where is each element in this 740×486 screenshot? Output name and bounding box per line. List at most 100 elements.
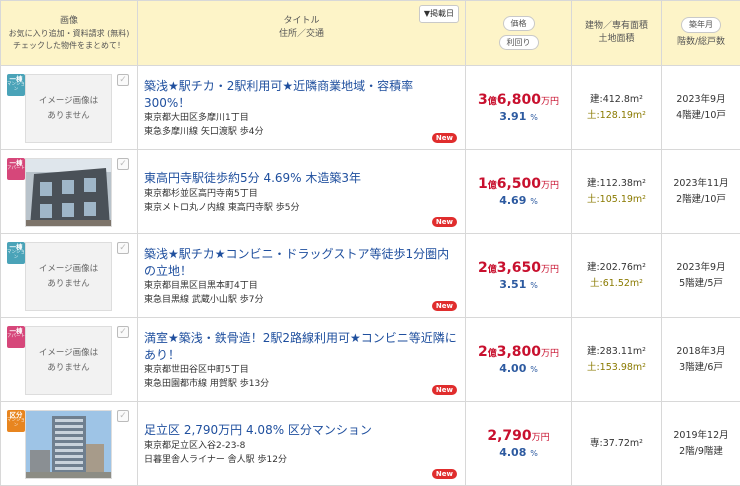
land-area: 土:61.52m² (590, 277, 643, 289)
price-oku: 3 (477, 91, 488, 108)
yield-value: 4.69 (499, 193, 527, 207)
favorite-checkbox[interactable]: ✓ (117, 242, 129, 254)
listing-yield: 3.91 % (466, 110, 571, 125)
land-area: 土:105.19m² (586, 193, 646, 205)
favorite-checkbox[interactable]: ✓ (117, 410, 129, 422)
listing-yield: 4.00 % (466, 362, 571, 377)
building-area: 建:202.76m² (586, 262, 646, 274)
listing-area-cell: 専:37.72m² (571, 401, 662, 486)
listing-access: 東急目黒線 武蔵小山駅 歩7分 (144, 295, 264, 306)
listing-address: 東京都世田谷区中町5丁目 (144, 365, 249, 376)
listing-title-link[interactable]: 築浅★駅チカ★コンビニ・ドラッグストア等徒歩1分圏内の立地！ (144, 246, 459, 281)
yield-value: 4.08 (499, 445, 527, 459)
listing-row: 一棟 マンション イメージ画像は ありません ✓ 築浅★駅チカ・2駅利用可★近隣商… (0, 65, 740, 150)
price-man: 3,800 (496, 343, 542, 360)
listing-title-link[interactable]: 東高円寺駅徒歩約5分 4.69% 木造築3年 (144, 170, 459, 187)
title-column-header: タイトル 住所／交通 ▼掲載日 (137, 0, 466, 66)
listing-access: 東京メトロ丸ノ内線 東高円寺駅 歩5分 (144, 202, 300, 213)
yield-unit: % (530, 112, 538, 122)
listing-title-link[interactable]: 築浅★駅チカ・2駅利用可★近隣商業地域・容積率300%！ (144, 78, 459, 113)
yield-value: 3.91 (499, 109, 527, 123)
price-unit: 万円 (541, 96, 560, 107)
listing-price: 3億6,800万円 (466, 91, 571, 110)
listing-thumbnail[interactable] (25, 158, 112, 227)
yield-unit: % (530, 448, 538, 458)
listing-area-cell: 建:412.8m² 土:128.19m² (571, 65, 662, 150)
no-image-text: イメージ画像は ありません (38, 264, 99, 289)
listing-row: 一棟 アパート ✓ 東高円寺駅徒歩約5分 4.69% 木造築3年 東京都杉並区高円… (0, 149, 740, 234)
listing-price: 1億6,500万円 (466, 175, 571, 194)
table-header: 画像 お気に入り追加・資料請求 (無料) チェックした物件をまとめて！ タイトル… (0, 0, 740, 66)
favorite-checkbox[interactable]: ✓ (117, 326, 129, 338)
listing-title-cell: 築浅★駅チカ★コンビニ・ドラッグストア等徒歩1分圏内の立地！ 東京都目黒区目黒本… (137, 233, 466, 318)
listing-age-cell: 2023年11月 2階建/10戸 (661, 149, 740, 234)
listing-price: 2,790万円 (466, 427, 571, 446)
listing-address: 東京都杉並区高円寺南5丁目 (144, 188, 258, 199)
listing-price: 2億3,650万円 (466, 259, 571, 278)
no-image-text: イメージ画像は ありません (38, 348, 99, 373)
new-badge: New (431, 301, 457, 311)
built-date: 2018年3月 (676, 346, 726, 358)
floor-count: 5階建/5戸 (679, 277, 723, 289)
building-photo-icon (26, 411, 111, 478)
price-column-header: 価格 利回り (465, 0, 572, 66)
price-unit: 万円 (541, 264, 560, 275)
new-badge: New (431, 133, 457, 143)
built-date: 2023年9月 (676, 262, 726, 274)
listing-image-cell: 一棟 アパート ✓ (0, 149, 138, 234)
sort-age-button[interactable]: 築年月 (681, 17, 721, 33)
listing-row: 一棟 アパート イメージ画像は ありません ✓ 満室★築浅・鉄骨造！2駅2路線利用… (0, 317, 740, 402)
new-badge: New (431, 385, 457, 395)
listing-title-link[interactable]: 満室★築浅・鉄骨造！2駅2路線利用可★コンビニ等近隣にあり！ (144, 330, 459, 365)
price-oku-unit: 億 (487, 96, 497, 107)
floor-count: 4階建/10戸 (676, 109, 726, 121)
badge-sublabel: マンション (7, 418, 25, 429)
listing-thumbnail[interactable]: イメージ画像は ありません (25, 326, 112, 395)
sort-by-date-button[interactable]: ▼掲載日 (418, 5, 459, 23)
sort-price-button[interactable]: 価格 (502, 15, 535, 31)
listing-row: 区分 マンション ✓ 足立区 2,790万円 4.08% 区分マンション 東京都足… (0, 401, 740, 486)
property-type-badge: 区分 マンション (7, 410, 25, 432)
listing-title-cell: 東高円寺駅徒歩約5分 4.69% 木造築3年 東京都杉並区高円寺南5丁目 東京メ… (137, 149, 466, 234)
listing-area-cell: 建:112.38m² 土:105.19m² (571, 149, 662, 234)
price-oku: 2 (477, 343, 488, 360)
badge-sublabel: アパート (7, 166, 25, 172)
price-man: 6,800 (496, 91, 542, 108)
listing-area-cell: 建:202.76m² 土:61.52m² (571, 233, 662, 318)
listing-row: 一棟 マンション イメージ画像は ありません ✓ 築浅★駅チカ★コンビニ・ドラッグ… (0, 233, 740, 318)
listing-thumbnail[interactable]: イメージ画像は ありません (25, 242, 112, 311)
building-area: 建:112.38m² (586, 178, 646, 190)
listing-image-cell: 一棟 マンション イメージ画像は ありません ✓ (0, 233, 138, 318)
price-unit: 万円 (531, 432, 550, 443)
new-badge: New (431, 469, 457, 479)
building-area: 専:37.72m² (590, 437, 643, 449)
favorite-checkbox[interactable]: ✓ (117, 158, 129, 170)
sort-yield-button[interactable]: 利回り (498, 35, 539, 51)
listing-thumbnail[interactable] (25, 410, 112, 479)
listing-price: 2億3,800万円 (466, 343, 571, 362)
listing-price-cell: 2億3,800万円 4.00 % (465, 317, 572, 402)
age-column-header: 築年月 階数/総戸数 (661, 0, 740, 66)
listing-table: 画像 お気に入り追加・資料請求 (無料) チェックした物件をまとめて！ タイトル… (0, 0, 740, 486)
listing-yield: 4.69 % (466, 194, 571, 209)
listing-access: 東急多摩川線 矢口渡駅 歩4分 (144, 127, 264, 138)
listing-title-link[interactable]: 足立区 2,790万円 4.08% 区分マンション (144, 422, 459, 439)
listing-age-cell: 2023年9月 4階建/10戸 (661, 65, 740, 150)
listing-thumbnail[interactable]: イメージ画像は ありません (25, 74, 112, 143)
listing-area-cell: 建:283.11m² 土:153.98m² (571, 317, 662, 402)
land-area: 土:128.19m² (586, 109, 646, 121)
price-man: 6,500 (496, 175, 542, 192)
yield-unit: % (530, 364, 538, 374)
favorite-checkbox[interactable]: ✓ (117, 74, 129, 86)
listing-yield: 3.51 % (466, 278, 571, 293)
listing-age-cell: 2018年3月 3階建/6戸 (661, 317, 740, 402)
floor-count: 3階建/6戸 (679, 361, 723, 373)
badge-sublabel: アパート (7, 334, 25, 340)
new-badge: New (431, 217, 457, 227)
building-area: 建:412.8m² (590, 94, 643, 106)
listing-address: 東京都足立区入谷2-23-8 (144, 440, 246, 451)
yield-unit: % (530, 280, 538, 290)
no-image-text: イメージ画像は ありません (38, 96, 99, 121)
image-header-label: 画像 (59, 15, 78, 26)
price-unit: 万円 (541, 180, 560, 191)
